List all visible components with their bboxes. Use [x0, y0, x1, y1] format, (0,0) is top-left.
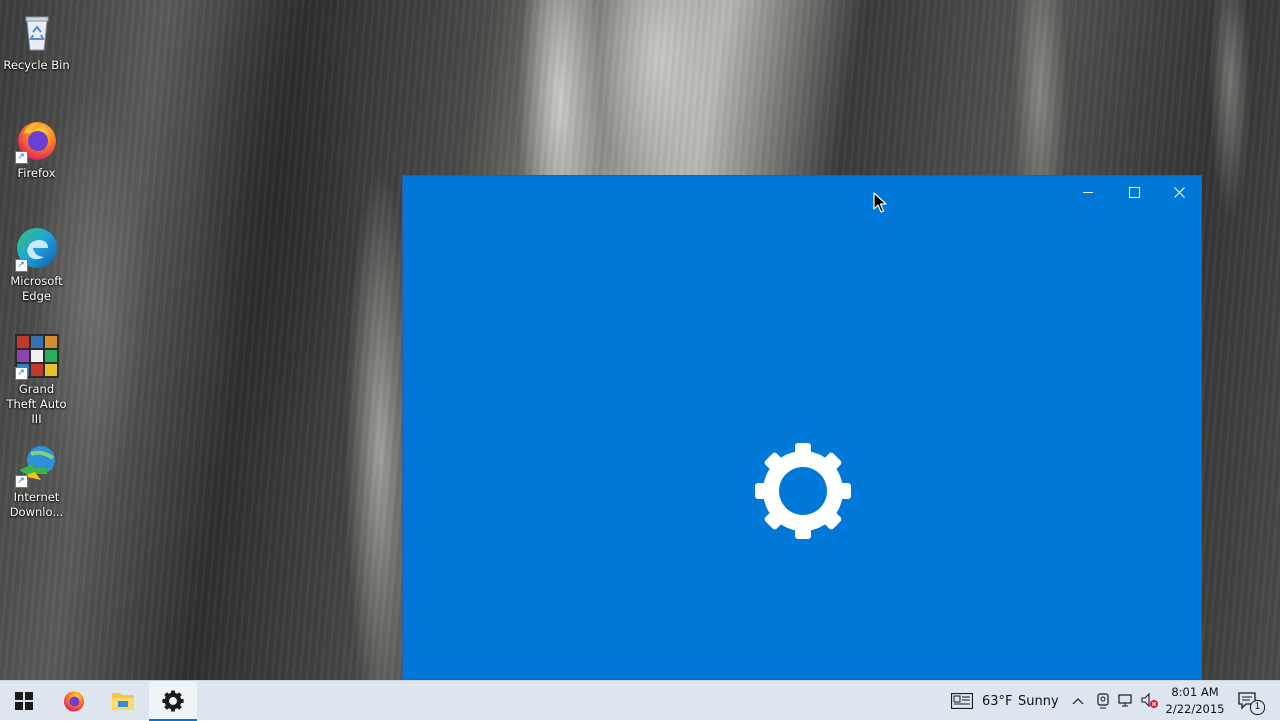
- action-center-button[interactable]: 1: [1238, 691, 1265, 715]
- recycle-bin-icon: [13, 8, 61, 56]
- desktop-icon-gta-iii[interactable]: ↗ Grand Theft Auto III: [0, 332, 73, 427]
- gear-icon: [755, 443, 851, 539]
- taskbar-clock[interactable]: 8:01 AM 2/22/2015: [1164, 684, 1226, 718]
- desktop: Recycle Bin ↗ Firefox ↗ Microsoft Edge ↗…: [0, 0, 1280, 680]
- start-button[interactable]: [0, 681, 48, 721]
- news-weather-icon[interactable]: [950, 691, 974, 711]
- minimize-icon: [1083, 192, 1093, 193]
- firefox-icon: [64, 691, 84, 712]
- desktop-icon-label: Internet Downlo...: [9, 490, 64, 519]
- taskbar-firefox-button[interactable]: [50, 681, 98, 721]
- internet-download-manager-icon: ↗: [13, 440, 61, 488]
- maximize-icon: [1128, 186, 1140, 198]
- volume-muted-icon[interactable]: [1140, 691, 1160, 711]
- network-icon[interactable]: [1116, 691, 1136, 711]
- taskbar: 63°F Sunny 8:01 AM 2/22/2015 1: [0, 680, 1280, 721]
- desktop-icon-internet-download-manager[interactable]: ↗ Internet Downlo...: [0, 440, 73, 520]
- chevron-up-icon[interactable]: [1068, 691, 1088, 711]
- taskbar-settings-button[interactable]: [149, 681, 197, 721]
- desktop-icon-microsoft-edge[interactable]: ↗ Microsoft Edge: [0, 224, 73, 304]
- mouse-cursor-icon: [873, 192, 887, 213]
- close-icon: [1173, 186, 1185, 198]
- folder-icon: [112, 693, 134, 710]
- notification-count-badge: 1: [1250, 700, 1265, 715]
- minimize-button[interactable]: [1065, 176, 1111, 208]
- gear-icon: [162, 690, 184, 712]
- windows-start-icon: [15, 692, 33, 710]
- maximize-button[interactable]: [1111, 176, 1157, 208]
- edge-icon: ↗: [13, 224, 61, 272]
- desktop-icon-recycle-bin[interactable]: Recycle Bin: [0, 8, 73, 73]
- shortcut-arrow-icon: ↗: [14, 259, 28, 272]
- taskbar-file-explorer-button[interactable]: [99, 681, 147, 721]
- meet-now-icon[interactable]: [1093, 691, 1113, 711]
- shortcut-arrow-icon: ↗: [14, 475, 28, 488]
- shortcut-arrow-icon: ↗: [14, 151, 28, 164]
- settings-window[interactable]: [402, 175, 1202, 680]
- desktop-icon-label: Recycle Bin: [3, 58, 70, 72]
- close-button[interactable]: [1156, 176, 1202, 208]
- shortcut-arrow-icon: ↗: [14, 367, 28, 380]
- gta3-icon: ↗: [13, 332, 61, 380]
- desktop-icon-label: Firefox: [17, 166, 56, 180]
- clock-date: 2/22/2015: [1165, 702, 1225, 716]
- weather-condition[interactable]: Sunny: [1018, 681, 1059, 721]
- desktop-icon-label: Grand Theft Auto III: [6, 382, 67, 426]
- desktop-icon-firefox[interactable]: ↗ Firefox: [0, 116, 73, 181]
- weather-temperature[interactable]: 63°F: [982, 681, 1013, 721]
- desktop-icon-label: Microsoft Edge: [10, 274, 63, 303]
- clock-time: 8:01 AM: [1171, 685, 1219, 699]
- firefox-icon: ↗: [13, 116, 61, 164]
